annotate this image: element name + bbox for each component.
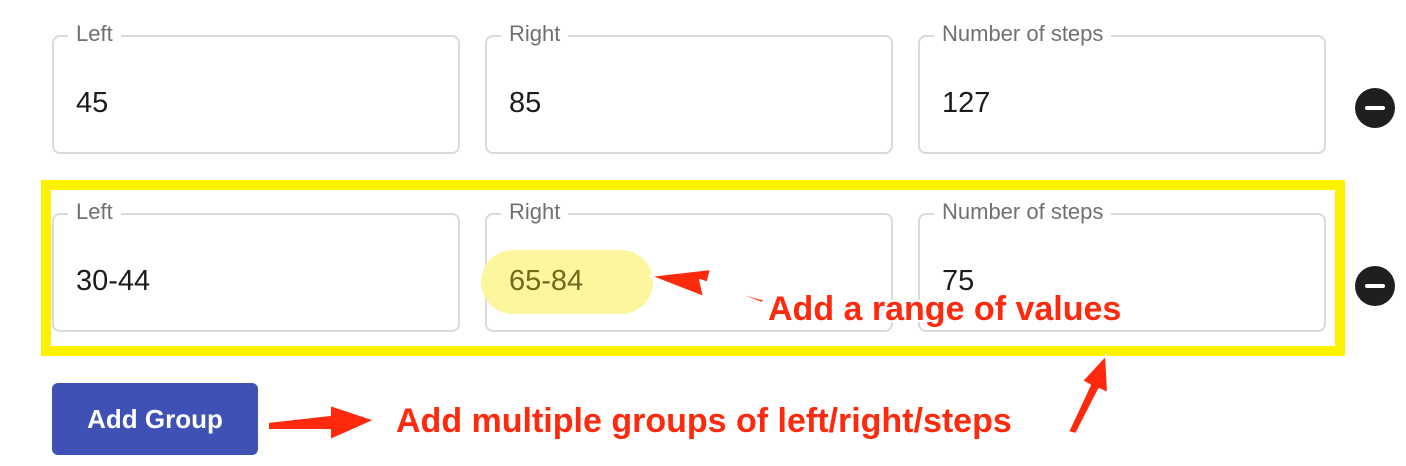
groups-annotation: Add multiple groups of left/right/steps <box>396 402 1012 440</box>
left-field[interactable]: Left 45 <box>52 20 460 154</box>
arrow-to-highlight <box>1067 354 1109 435</box>
left-field-value[interactable]: 30-44 <box>76 263 150 299</box>
arrow-to-add-group <box>267 404 376 441</box>
right-field-label: Right <box>501 198 569 226</box>
left-field-label: Left <box>68 198 121 226</box>
right-field-value[interactable]: 65-84 <box>509 263 583 299</box>
left-field[interactable]: Left 30-44 <box>52 198 460 332</box>
right-field-value[interactable]: 85 <box>509 85 541 121</box>
remove-group-icon[interactable] <box>1355 88 1395 128</box>
steps-field[interactable]: Number of steps 127 <box>918 20 1326 154</box>
steps-field-label: Number of steps <box>934 20 1112 48</box>
right-field[interactable]: Right 85 <box>485 20 893 154</box>
steps-field-label: Number of steps <box>934 198 1112 226</box>
add-group-button[interactable]: Add Group <box>52 383 258 455</box>
range-annotation: Add a range of values <box>768 290 1122 328</box>
right-field-label: Right <box>501 20 569 48</box>
remove-group-icon[interactable] <box>1355 266 1395 306</box>
left-field-value[interactable]: 45 <box>76 85 108 121</box>
left-field-label: Left <box>68 20 121 48</box>
steps-field-value[interactable]: 127 <box>942 85 990 121</box>
